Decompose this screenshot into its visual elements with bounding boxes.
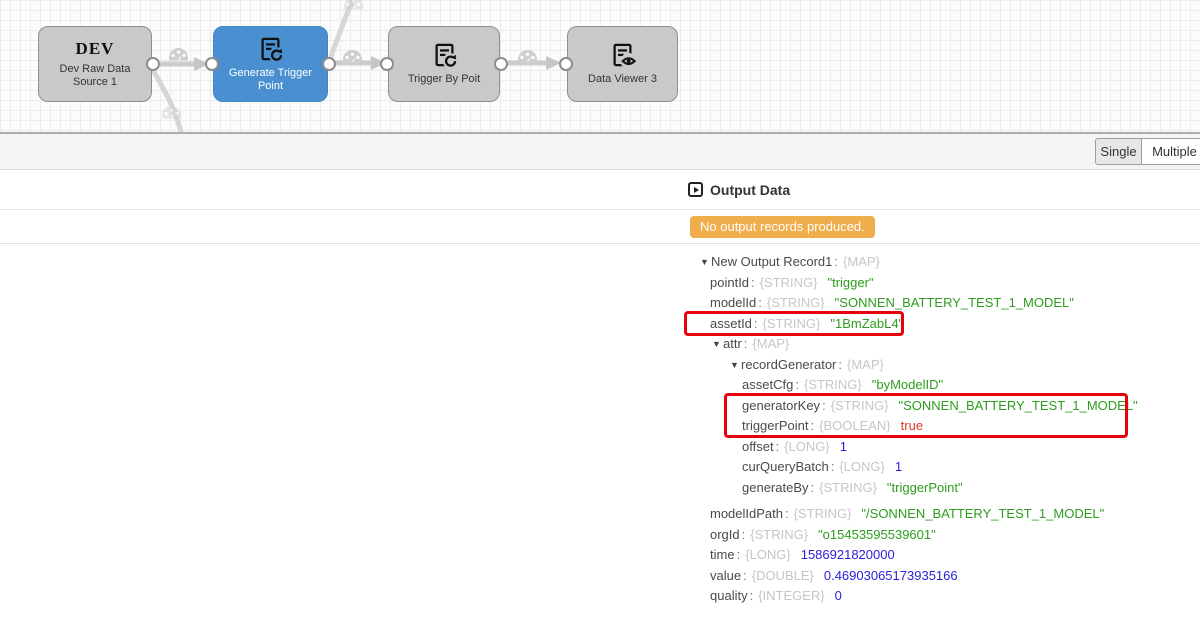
output-port[interactable]: [146, 57, 160, 71]
panel-title: Output Data: [710, 182, 790, 198]
tree-row-value: value:{DOUBLE}0.46903065173935166: [688, 566, 1200, 587]
empty-message-row: No output records produced.: [0, 210, 1200, 244]
document-refresh-icon: [257, 36, 284, 63]
tree-row-generateby: generateBy:{STRING}"triggerPoint": [688, 478, 1200, 499]
tree-row-modelidpath: modelIdPath:{STRING}"/SONNEN_BATTERY_TES…: [688, 504, 1200, 525]
tree-row-assetid: assetId:{STRING}"1BmZabL4": [688, 314, 1200, 335]
tree-row-orgid: orgId:{STRING}"o15453595539601": [688, 525, 1200, 546]
node-label: Trigger By Poit: [402, 73, 486, 86]
output-port[interactable]: [322, 57, 336, 71]
no-output-badge: No output records produced.: [690, 216, 875, 238]
play-square-icon: [688, 182, 703, 197]
caret-down-icon[interactable]: ▼: [730, 355, 741, 376]
node-dev-badge: DEV: [76, 39, 115, 59]
tree-row-triggerpoint: triggerPoint:{BOOLEAN}true: [688, 416, 1200, 437]
input-port[interactable]: [380, 57, 394, 71]
multiple-mode-button[interactable]: Multiple: [1142, 138, 1200, 165]
node-dev-raw-data-source[interactable]: DEV Dev Raw Data Source 1: [38, 26, 152, 102]
tree-row-assetcfg: assetCfg:{STRING}"byModelID": [688, 375, 1200, 396]
document-refresh-icon: [431, 42, 458, 69]
caret-down-icon[interactable]: ▼: [700, 252, 711, 273]
node-generate-trigger-point[interactable]: Generate Trigger Point: [213, 26, 328, 102]
output-record-tree: ▼New Output Record1:{MAP} pointId:{STRIN…: [688, 244, 1200, 607]
tree-row-quality: quality:{INTEGER}0: [688, 586, 1200, 607]
node-label: Dev Raw Data Source 1: [39, 63, 151, 89]
tree-row-attr[interactable]: ▼attr:{MAP}: [688, 334, 1200, 355]
caret-down-icon[interactable]: ▼: [712, 334, 723, 355]
tree-row-modelid: modelId:{STRING}"SONNEN_BATTERY_TEST_1_M…: [688, 293, 1200, 314]
tree-row-curquerybatch: curQueryBatch:{LONG}1: [688, 457, 1200, 478]
input-port[interactable]: [205, 57, 219, 71]
tree-row-recordgenerator[interactable]: ▼recordGenerator:{MAP}: [688, 355, 1200, 376]
output-port[interactable]: [494, 57, 508, 71]
single-mode-button[interactable]: Single: [1095, 138, 1142, 165]
output-data-header: Output Data: [0, 170, 1200, 210]
node-data-viewer-3[interactable]: Data Viewer 3: [567, 26, 678, 102]
tree-row-time: time:{LONG}1586921820000: [688, 545, 1200, 566]
record-mode-toggle: Single Multiple: [1095, 138, 1200, 165]
tree-row-pointid: pointId:{STRING}"trigger": [688, 273, 1200, 294]
node-label: Generate Trigger Point: [214, 67, 327, 93]
node-label: Data Viewer 3: [582, 73, 663, 86]
tree-row-record[interactable]: ▼New Output Record1:{MAP}: [688, 252, 1200, 273]
flow-canvas[interactable]: DEV Dev Raw Data Source 1 Generate Trigg…: [0, 0, 1200, 134]
tree-row-offset: offset:{LONG}1: [688, 437, 1200, 458]
result-toolbar: Single Multiple: [0, 134, 1200, 170]
document-eye-icon: [609, 42, 636, 69]
input-port[interactable]: [559, 57, 573, 71]
node-trigger-by-poit[interactable]: Trigger By Poit: [388, 26, 500, 102]
tree-row-generatorkey: generatorKey:{STRING}"SONNEN_BATTERY_TES…: [688, 396, 1200, 417]
